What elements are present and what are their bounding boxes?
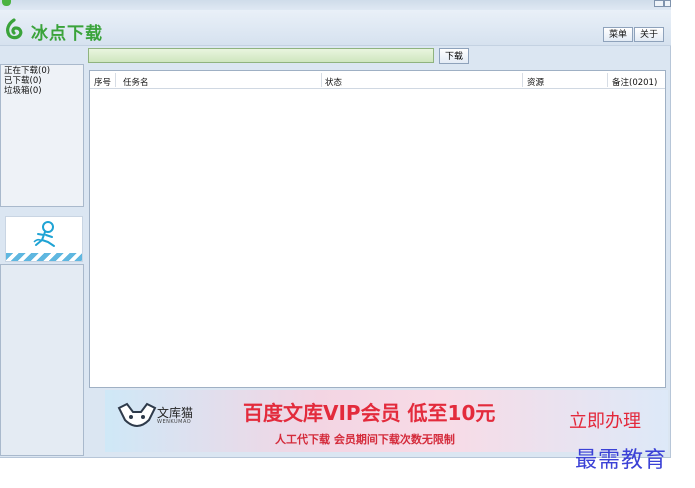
category-downloaded[interactable]: 已下载(0)	[1, 76, 83, 86]
task-table: 序号 任务名 状态 资源 备注(0201)	[89, 70, 666, 388]
banner-headline: 百度文库VIP会员 低至10元	[243, 401, 496, 425]
app-header: 冰点下载 菜单 关于	[0, 10, 671, 46]
app-mini-icon	[2, 0, 11, 6]
app-window: 冰点下载 菜单 关于 下载 正在下载(0) 已下载(0) 垃圾箱(0) 序号 任…	[0, 0, 671, 458]
category-downloading[interactable]: 正在下载(0)	[1, 66, 83, 76]
promo-progress-stripe	[6, 253, 82, 261]
about-button[interactable]: 关于	[634, 27, 665, 42]
minimize-button[interactable]	[654, 0, 664, 7]
banner-subheadline: 人工代下载 会员期间下载次数无限制	[275, 433, 455, 446]
column-separator	[115, 73, 116, 87]
column-separator	[607, 73, 608, 87]
column-separator	[321, 73, 322, 87]
column-index[interactable]: 序号	[94, 76, 111, 88]
app-title: 冰点下载	[31, 24, 103, 44]
banner-cta-button[interactable]: 立即办理	[569, 407, 641, 433]
category-trash[interactable]: 垃圾箱(0)	[1, 86, 83, 96]
url-input[interactable]	[89, 49, 433, 62]
column-notes[interactable]: 备注(0201)	[612, 76, 657, 88]
category-list: 正在下载(0) 已下载(0) 垃圾箱(0)	[0, 64, 84, 207]
column-status[interactable]: 状态	[325, 76, 342, 88]
running-mascot-icon	[33, 221, 55, 247]
url-input-wrapper	[88, 48, 434, 63]
title-bar	[0, 0, 671, 10]
download-button[interactable]: 下载	[439, 48, 469, 64]
cat-mascot-logo-icon	[117, 402, 157, 427]
close-button[interactable]	[664, 0, 671, 7]
task-table-header: 序号 任务名 状态 资源 备注(0201)	[90, 71, 665, 89]
watermark: 最需教育	[575, 448, 668, 473]
column-separator	[522, 73, 523, 87]
app-logo-icon	[6, 18, 23, 40]
column-task-name[interactable]: 任务名	[123, 76, 149, 88]
sidebar-bottom-panel	[0, 264, 84, 456]
column-resource[interactable]: 资源	[527, 76, 544, 88]
banner-logo-subtext: WENKUMAO	[157, 419, 192, 425]
menu-button[interactable]: 菜单	[603, 27, 634, 42]
sidebar-promo[interactable]	[5, 216, 83, 262]
